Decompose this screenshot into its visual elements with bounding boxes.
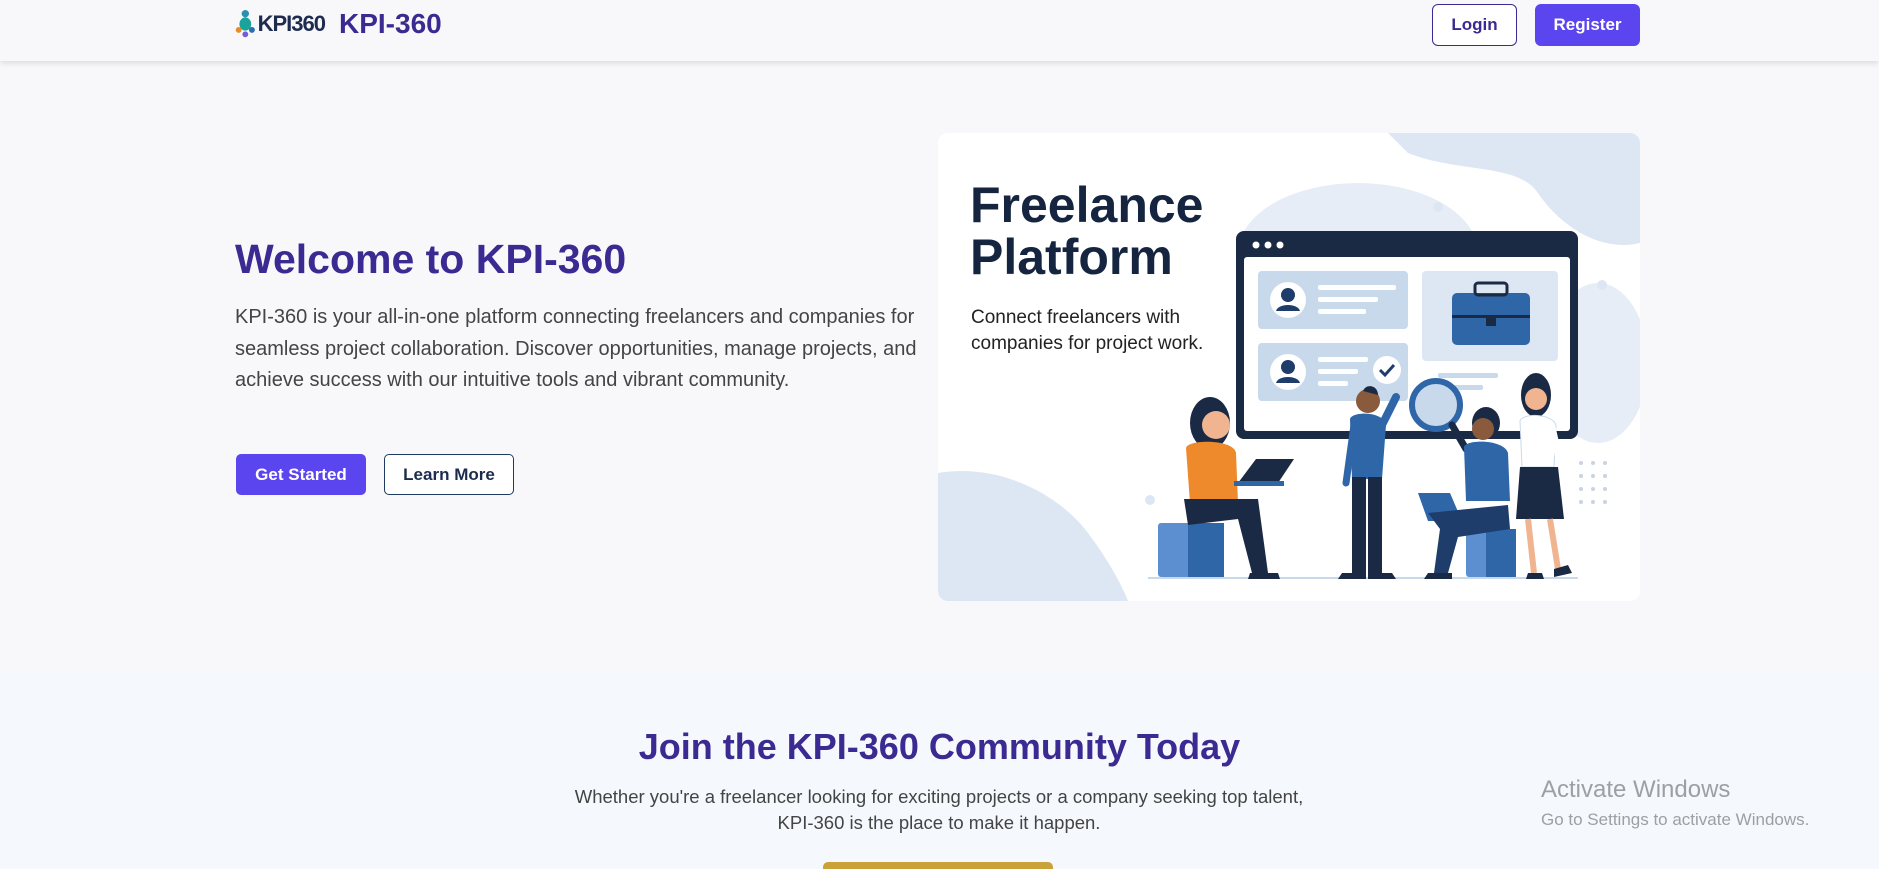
watermark-line2: Go to Settings to activate Windows. <box>1541 810 1810 829</box>
login-button[interactable]: Login <box>1432 4 1517 46</box>
brand-name[interactable]: KPI-360 <box>339 8 442 40</box>
community-text: Whether you're a freelancer looking for … <box>574 786 1304 833</box>
logo-people-icon <box>235 10 255 38</box>
community-section <box>0 672 1879 869</box>
hero-title: Welcome to KPI-360 <box>235 236 627 282</box>
logo[interactable]: KPI360 <box>235 4 326 44</box>
windows-activation-watermark: Activate Windows Go to Settings to activ… <box>1541 776 1809 830</box>
hero-illustration: Freelance Platform Connect freelancers w… <box>938 133 1640 601</box>
get-started-button[interactable]: Get Started <box>236 454 366 495</box>
site-header: KPI360 KPI-360 Login Register <box>0 0 1879 61</box>
illustration-title: Freelance Platform <box>970 179 1203 283</box>
illustration-subtitle: Connect freelancers with companies for p… <box>971 307 1204 354</box>
learn-more-button[interactable]: Learn More <box>384 454 514 495</box>
watermark-line1: Activate Windows <box>1541 776 1731 803</box>
illustration-title-line2: Platform <box>970 229 1173 285</box>
hero-description: KPI-360 is your all-in-one platform conn… <box>235 306 917 391</box>
community-title: Join the KPI-360 Community Today <box>638 726 1241 767</box>
community-cta-button[interactable] <box>823 862 1053 869</box>
logo-wordmark: KPI360 <box>257 11 326 36</box>
logo-mark: KPI360 <box>235 4 326 44</box>
register-button[interactable]: Register <box>1535 4 1640 46</box>
illustration-title-line1: Freelance <box>970 177 1204 233</box>
